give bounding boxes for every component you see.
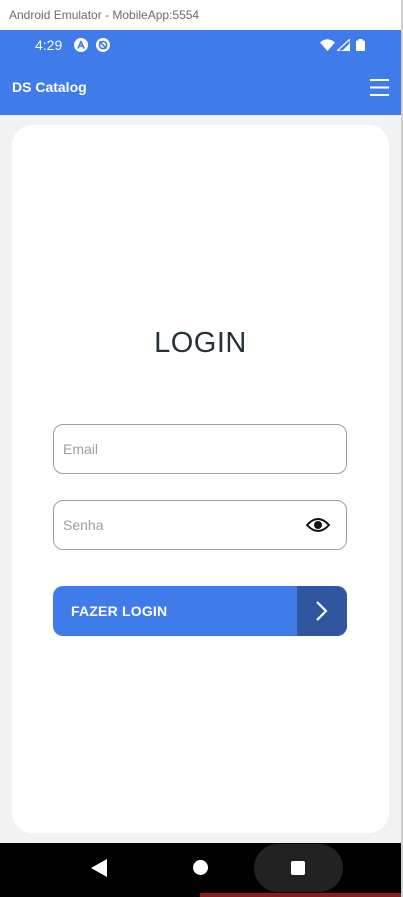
chevron-right-icon <box>316 601 328 621</box>
react-native-icon <box>74 38 88 52</box>
content-area: LOGIN FAZER LOGIN <box>0 115 401 843</box>
email-input[interactable] <box>53 424 347 474</box>
back-icon[interactable] <box>91 859 107 877</box>
hamburger-menu-icon[interactable] <box>370 79 389 96</box>
home-icon[interactable] <box>193 860 208 875</box>
emulator-window-title: Android Emulator - MobileApp:5554 <box>0 0 403 30</box>
app-title: DS Catalog <box>12 79 87 95</box>
eye-icon[interactable] <box>306 516 330 534</box>
battery-icon <box>356 39 365 51</box>
sync-disabled-icon <box>96 38 110 52</box>
navigation-bar <box>0 843 401 893</box>
cell-signal-icon <box>337 39 350 51</box>
login-button-label: FAZER LOGIN <box>71 603 168 619</box>
recents-icon <box>291 861 305 875</box>
login-button-arrow <box>297 586 347 636</box>
password-input[interactable] <box>53 500 347 550</box>
login-title: LOGIN <box>154 327 247 359</box>
app-header: DS Catalog <box>0 60 401 115</box>
bottom-strip-accent <box>200 893 401 897</box>
recents-button[interactable] <box>254 844 343 892</box>
status-time: 4:29 <box>35 37 63 53</box>
login-button[interactable]: FAZER LOGIN <box>53 586 347 636</box>
wifi-icon <box>320 39 335 51</box>
login-card: LOGIN FAZER LOGIN <box>12 125 389 833</box>
status-bar: 4:29 <box>0 30 401 60</box>
bottom-strip <box>0 893 401 897</box>
